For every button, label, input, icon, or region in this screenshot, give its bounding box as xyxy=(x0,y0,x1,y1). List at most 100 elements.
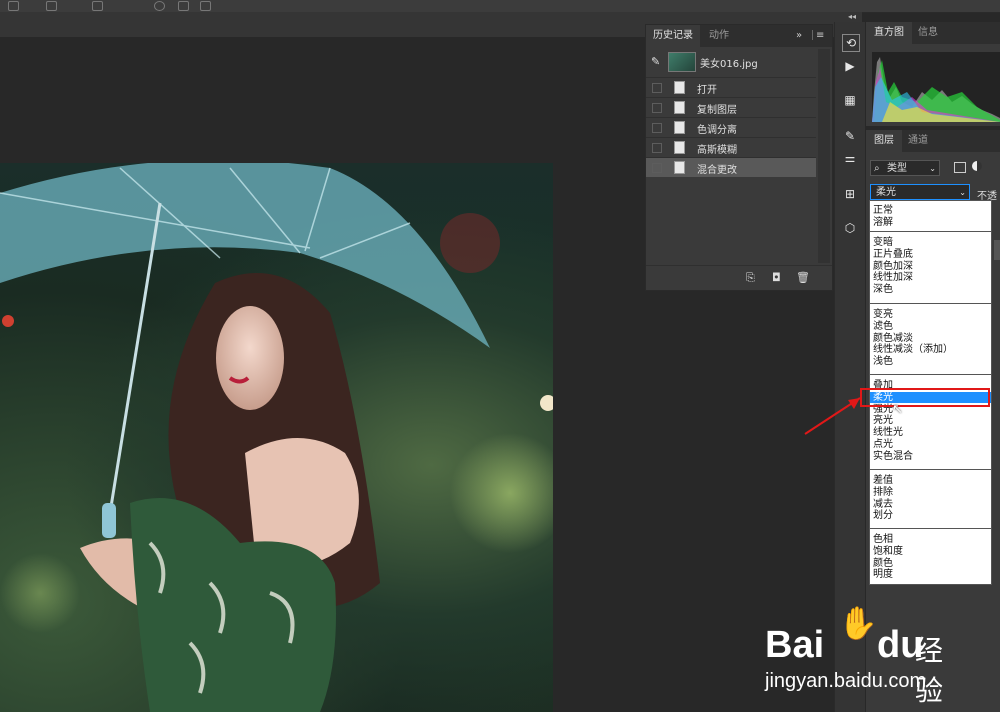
step-checkbox[interactable] xyxy=(652,143,662,153)
collapse-panels-icon[interactable]: ◂◂ xyxy=(848,12,862,21)
tab-actions[interactable]: 动作 xyxy=(702,25,736,47)
history-snapshot[interactable]: ✎ 美女016.jpg xyxy=(646,49,816,75)
photo-image xyxy=(0,163,553,712)
step-label: 高斯模糊 xyxy=(697,145,737,156)
blend-mode-option[interactable]: 减去 xyxy=(870,499,991,511)
annotation-arrow xyxy=(804,397,861,435)
step-label: 色调分离 xyxy=(697,125,737,136)
new-snapshot-icon[interactable]: ⎘ xyxy=(746,271,755,285)
blend-mode-option[interactable]: 排除 xyxy=(870,487,991,499)
tool-option-icon[interactable] xyxy=(178,1,189,11)
blend-mode-option[interactable]: 线性减淡（添加） xyxy=(870,344,991,356)
layer-filter-dropdown[interactable]: ⌕ 类型 ⌄ xyxy=(870,160,940,176)
document-icon xyxy=(674,121,685,134)
blend-mode-option[interactable]: 深色 xyxy=(870,284,991,296)
document-icon xyxy=(674,161,685,174)
tool-option-icon[interactable] xyxy=(92,1,103,11)
chevron-down-icon: ⌄ xyxy=(929,164,936,173)
history-step[interactable]: 复制图层 xyxy=(646,97,816,117)
blend-mode-separator xyxy=(870,231,991,232)
blend-mode-option[interactable]: 溶解 xyxy=(870,217,991,229)
blend-mode-option[interactable]: 划分 xyxy=(870,510,991,522)
step-label: 混合更改 xyxy=(697,165,737,176)
tab-channels[interactable]: 通道 xyxy=(900,130,936,152)
layer-row-edge xyxy=(994,240,1000,260)
trash-icon[interactable]: 🗑 xyxy=(796,271,810,284)
blend-mode-option[interactable]: 变亮 xyxy=(870,309,991,321)
clone-source-icon[interactable]: ⊞ xyxy=(842,186,858,202)
blend-mode-option[interactable]: 明度 xyxy=(870,569,991,581)
history-panel: 历史记录 动作 » ≡ ✎ 美女016.jpg 打开 复制图层 色调分离 高斯模… xyxy=(645,24,833,291)
brush-icon[interactable]: ✎ xyxy=(842,128,858,144)
blend-mode-separator xyxy=(870,469,991,470)
history-footer: ⎘ ◘ 🗑 xyxy=(646,265,832,290)
blend-mode-option[interactable]: 线性光 xyxy=(870,427,991,439)
highlight-box xyxy=(860,388,990,407)
history-step-active[interactable]: 混合更改 xyxy=(646,157,816,177)
step-label: 复制图层 xyxy=(697,105,737,116)
step-checkbox[interactable] xyxy=(652,163,662,173)
blend-mode-option[interactable]: 点光 xyxy=(870,439,991,451)
blend-mode-option[interactable]: 饱和度 xyxy=(870,546,991,558)
blend-mode-option[interactable]: 线性加深 xyxy=(870,272,991,284)
pixel-filter-icon[interactable] xyxy=(954,162,966,173)
history-step[interactable]: 打开 xyxy=(646,77,816,97)
tab-layers[interactable]: 图层 xyxy=(866,130,902,152)
cube-icon[interactable]: ⬡ xyxy=(842,220,858,236)
blend-mode-separator xyxy=(870,303,991,304)
watermark-brand: Bai xyxy=(765,624,825,666)
panel-menu-icon[interactable]: ≡ xyxy=(812,30,828,41)
adjustments-icon[interactable]: ⚌ xyxy=(842,150,858,166)
step-checkbox[interactable] xyxy=(652,123,662,133)
history-scrollbar[interactable] xyxy=(818,49,830,263)
blend-mode-option[interactable]: 正常 xyxy=(870,205,991,217)
histogram-panel: 直方图 信息 xyxy=(866,22,1000,126)
step-checkbox[interactable] xyxy=(652,103,662,113)
blend-mode-option[interactable]: 实色混合 xyxy=(870,451,991,463)
tab-histogram[interactable]: 直方图 xyxy=(866,22,912,44)
watermark-cn: 经验 xyxy=(915,634,944,707)
history-step[interactable]: 色调分离 xyxy=(646,117,816,137)
baidu-watermark: Bai ✋ du 经验 jingyan.baidu.com xyxy=(765,604,965,707)
histogram-panel-header: 直方图 信息 xyxy=(866,22,1000,44)
play-icon[interactable]: ▶ xyxy=(842,58,858,74)
history-panel-icon[interactable]: ⟲ xyxy=(842,34,860,52)
blend-mode-option[interactable]: 亮光 xyxy=(870,415,991,427)
camera-icon[interactable]: ◘ xyxy=(772,271,781,284)
step-label: 打开 xyxy=(697,85,717,96)
tab-info[interactable]: 信息 xyxy=(910,22,946,44)
blend-mode-value: 柔光 xyxy=(876,187,896,198)
document-icon xyxy=(674,101,685,114)
tool-option-icon[interactable] xyxy=(46,1,57,11)
blend-mode-option[interactable]: 变暗 xyxy=(870,237,991,249)
mouse-cursor-icon: ↖ xyxy=(892,402,903,417)
document-canvas[interactable] xyxy=(0,163,553,712)
search-icon: ⌕ xyxy=(874,163,880,174)
blend-mode-option[interactable]: 颜色减淡 xyxy=(870,333,991,345)
blend-mode-option[interactable]: 正片叠底 xyxy=(870,249,991,261)
brush-icon: ✎ xyxy=(651,55,661,68)
blend-mode-option[interactable]: 滤色 xyxy=(870,321,991,333)
properties-icon[interactable]: ▦ xyxy=(842,92,858,108)
blend-mode-option[interactable]: 颜色 xyxy=(870,558,991,570)
histogram-graph xyxy=(872,52,1000,122)
tab-history[interactable]: 历史记录 xyxy=(646,25,700,47)
filter-kind-label: 类型 xyxy=(887,163,907,174)
snapshot-thumbnail xyxy=(668,52,696,72)
snapshot-label: 美女016.jpg xyxy=(700,59,758,70)
paw-logo-icon: ✋ xyxy=(838,604,878,642)
tool-option-icon[interactable] xyxy=(8,1,19,11)
step-checkbox[interactable] xyxy=(652,83,662,93)
history-step[interactable]: 高斯模糊 xyxy=(646,137,816,157)
blend-mode-dropdown[interactable]: 柔光 ⌄ xyxy=(870,184,970,200)
history-panel-header: 历史记录 动作 » ≡ xyxy=(646,25,832,47)
expand-panel-icon[interactable]: » xyxy=(796,30,802,41)
adjustment-filter-icon[interactable] xyxy=(972,161,982,171)
blend-mode-option[interactable]: 颜色加深 xyxy=(870,261,991,273)
blend-mode-option[interactable]: 浅色 xyxy=(870,356,991,368)
blend-mode-option[interactable]: 色相 xyxy=(870,534,991,546)
tool-option-icon[interactable] xyxy=(154,1,165,11)
document-icon xyxy=(674,81,685,94)
tool-option-icon[interactable] xyxy=(200,1,211,11)
blend-mode-option[interactable]: 差值 xyxy=(870,475,991,487)
